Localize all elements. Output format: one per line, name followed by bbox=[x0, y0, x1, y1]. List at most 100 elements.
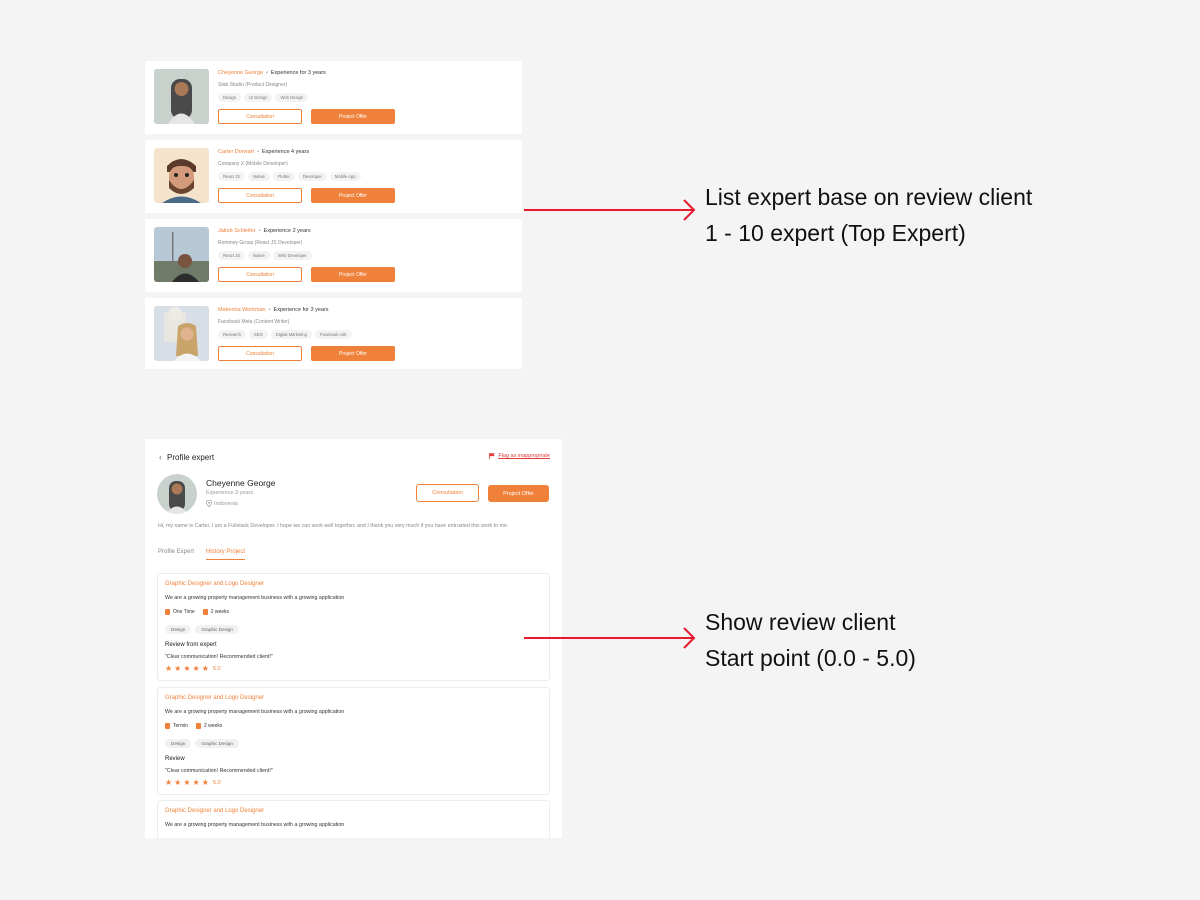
flag-inappropriate-link[interactable]: Flag as inappropriate bbox=[489, 453, 550, 459]
expert-name-line: Makenna Workman • Experience for 3 years bbox=[218, 307, 329, 313]
star-icon: ★ bbox=[192, 778, 200, 787]
expert-experience: Experience for 3 years bbox=[270, 70, 326, 76]
star-icon: ★ bbox=[192, 664, 200, 673]
project-duration: 2 weeks bbox=[204, 723, 223, 729]
project-card[interactable]: Graphic Designer and Logo Designer We ar… bbox=[157, 687, 550, 795]
expert-name[interactable]: Cheyenne George bbox=[218, 70, 263, 76]
calendar-icon bbox=[196, 723, 202, 729]
project-title[interactable]: Graphic Designer and Logo Designer bbox=[165, 695, 264, 701]
chevron-left-icon: ‹ bbox=[159, 452, 162, 462]
project-offer-button[interactable]: Project Offer bbox=[311, 267, 395, 282]
review-heading: Review bbox=[165, 756, 185, 762]
project-tag: Graphic Design bbox=[195, 739, 239, 748]
annotation-arrow-top bbox=[524, 199, 696, 221]
expert-avatar bbox=[154, 306, 209, 361]
skill-tag: Mobile App bbox=[329, 172, 361, 181]
star-icon: ★ bbox=[174, 664, 182, 673]
annotation-arrow-bottom bbox=[524, 627, 696, 649]
location-label: Indonesia bbox=[214, 500, 238, 507]
expert-experience: Experience 4 years bbox=[262, 149, 310, 155]
tab-history-project[interactable]: History Project bbox=[206, 549, 246, 560]
expert-name-line: Carter Dorwart • Experience 4 years bbox=[218, 149, 310, 155]
project-card[interactable]: Graphic Designer and Logo Designer We ar… bbox=[157, 800, 550, 838]
annotation-bottom: Show review client Start point (0.0 - 5.… bbox=[705, 604, 916, 676]
expert-tags: React JS Native Web Developer bbox=[218, 251, 312, 260]
star-rating: ★ ★ ★ ★ ★ 5.0 bbox=[165, 778, 221, 787]
project-duration: 2 weeks bbox=[210, 609, 230, 615]
document-icon bbox=[165, 723, 170, 729]
star-icon: ★ bbox=[183, 664, 191, 673]
project-card[interactable]: Graphic Designer and Logo Designer We ar… bbox=[157, 573, 550, 681]
expert-card[interactable]: Carter Dorwart • Experience 4 years Compan… bbox=[145, 140, 522, 212]
expert-name[interactable]: Makenna Workman bbox=[218, 307, 266, 313]
skill-tag: Web Design bbox=[275, 93, 309, 102]
project-offer-button[interactable]: Project Offer bbox=[311, 346, 395, 361]
project-offer-button[interactable]: Project Offer bbox=[311, 109, 395, 124]
tab-profile-expert[interactable]: Profile Expert bbox=[158, 549, 194, 560]
page-title: Profile expert bbox=[167, 452, 215, 462]
project-offer-button[interactable]: Project Offer bbox=[488, 485, 549, 502]
expert-company: Rommey Group (React JS Developer) bbox=[218, 240, 303, 246]
consultation-button[interactable]: Consultation bbox=[218, 346, 302, 361]
skill-tag: Native bbox=[248, 251, 270, 260]
expert-avatar bbox=[154, 148, 209, 203]
annotation-line: Show review client bbox=[705, 609, 896, 635]
project-description: We are a growing property management bus… bbox=[165, 709, 345, 715]
rating-score: 5.0 bbox=[212, 665, 221, 672]
annotation-line: 1 - 10 expert (Top Expert) bbox=[705, 220, 966, 246]
expert-card[interactable]: Cheyenne George • Experience for 3 years S… bbox=[145, 61, 522, 133]
project-tag: Design bbox=[165, 739, 192, 748]
expert-experience: Experience for 3 years bbox=[273, 307, 329, 313]
skill-tag: Native bbox=[248, 172, 270, 181]
skill-tag: Design bbox=[218, 93, 242, 102]
annotation-line: List expert base on review client bbox=[705, 184, 1033, 210]
star-icon: ★ bbox=[201, 778, 209, 787]
project-tag: Graphic Design bbox=[195, 625, 239, 634]
skill-tag: React JS bbox=[218, 172, 245, 181]
annotation-line: Start point (0.0 - 5.0) bbox=[705, 645, 916, 671]
review-heading: Review from expert bbox=[165, 642, 217, 648]
expert-experience: Experience 3 years bbox=[206, 490, 254, 496]
project-offer-button[interactable]: Project Offer bbox=[311, 188, 395, 203]
document-icon bbox=[165, 609, 170, 615]
skill-tag: Flutter bbox=[272, 172, 295, 181]
project-title[interactable]: Graphic Designer and Logo Designer bbox=[165, 581, 264, 587]
expert-tags: Research SEO Digital Marketing Facebook … bbox=[218, 330, 352, 339]
expert-avatar bbox=[154, 69, 209, 124]
project-tag: Design bbox=[165, 625, 192, 634]
skill-tag: UI Design bbox=[244, 93, 273, 102]
review-text: "Clear communication! Recommended client… bbox=[165, 768, 273, 774]
expert-card[interactable]: Makenna Workman • Experience for 3 years F… bbox=[145, 298, 522, 369]
project-description: We are a growing property management bus… bbox=[165, 595, 345, 601]
calendar-icon bbox=[202, 609, 208, 615]
expert-list-panel: Cheyenne George • Experience for 3 years S… bbox=[145, 61, 522, 369]
consultation-button[interactable]: Consultation bbox=[218, 188, 302, 203]
star-rating: ★ ★ ★ ★ ★ 5.0 bbox=[165, 664, 221, 673]
skill-tag: SEO bbox=[248, 330, 268, 339]
consultation-button[interactable]: Consultation bbox=[218, 109, 302, 124]
expert-company: Stab Studio (Product Designer) bbox=[218, 82, 288, 88]
project-description: We are a growing property management bus… bbox=[165, 822, 345, 828]
expert-name[interactable]: Jakob Schleifer bbox=[218, 228, 256, 234]
expert-company: Company X (Mobile Developer) bbox=[218, 161, 288, 167]
expert-card[interactable]: Jakob Schleifer • Experience 2 years Romme… bbox=[145, 219, 522, 291]
project-meta: Termin 2 weeks bbox=[165, 723, 222, 729]
expert-bio: Hi, my name is Carter. I am a Fullstack … bbox=[158, 523, 509, 529]
rating-score: 5.0 bbox=[212, 779, 221, 786]
star-icon: ★ bbox=[165, 778, 173, 787]
expert-name[interactable]: Carter Dorwart bbox=[218, 149, 254, 155]
skill-tag: Web Developer bbox=[272, 251, 312, 260]
star-icon: ★ bbox=[174, 778, 182, 787]
profile-tabs: Profile Expert History Project bbox=[158, 549, 246, 560]
expert-avatar bbox=[154, 227, 209, 282]
project-title[interactable]: Graphic Designer and Logo Designer bbox=[165, 808, 264, 814]
expert-company: Facebook Meta (Content Writer) bbox=[218, 319, 290, 325]
expert-name: Cheyenne George bbox=[206, 478, 276, 488]
expert-name-line: Jakob Schleifer • Experience 2 years bbox=[218, 228, 311, 234]
back-button[interactable]: ‹ Profile expert bbox=[159, 452, 214, 462]
expert-name-line: Cheyenne George • Experience for 3 years bbox=[218, 70, 326, 76]
consultation-button[interactable]: Consultation bbox=[218, 267, 302, 282]
consultation-button[interactable]: Consultation bbox=[416, 484, 479, 502]
expert-tags: Design UI Design Web Design bbox=[218, 93, 309, 102]
skill-tag: Research bbox=[218, 330, 246, 339]
